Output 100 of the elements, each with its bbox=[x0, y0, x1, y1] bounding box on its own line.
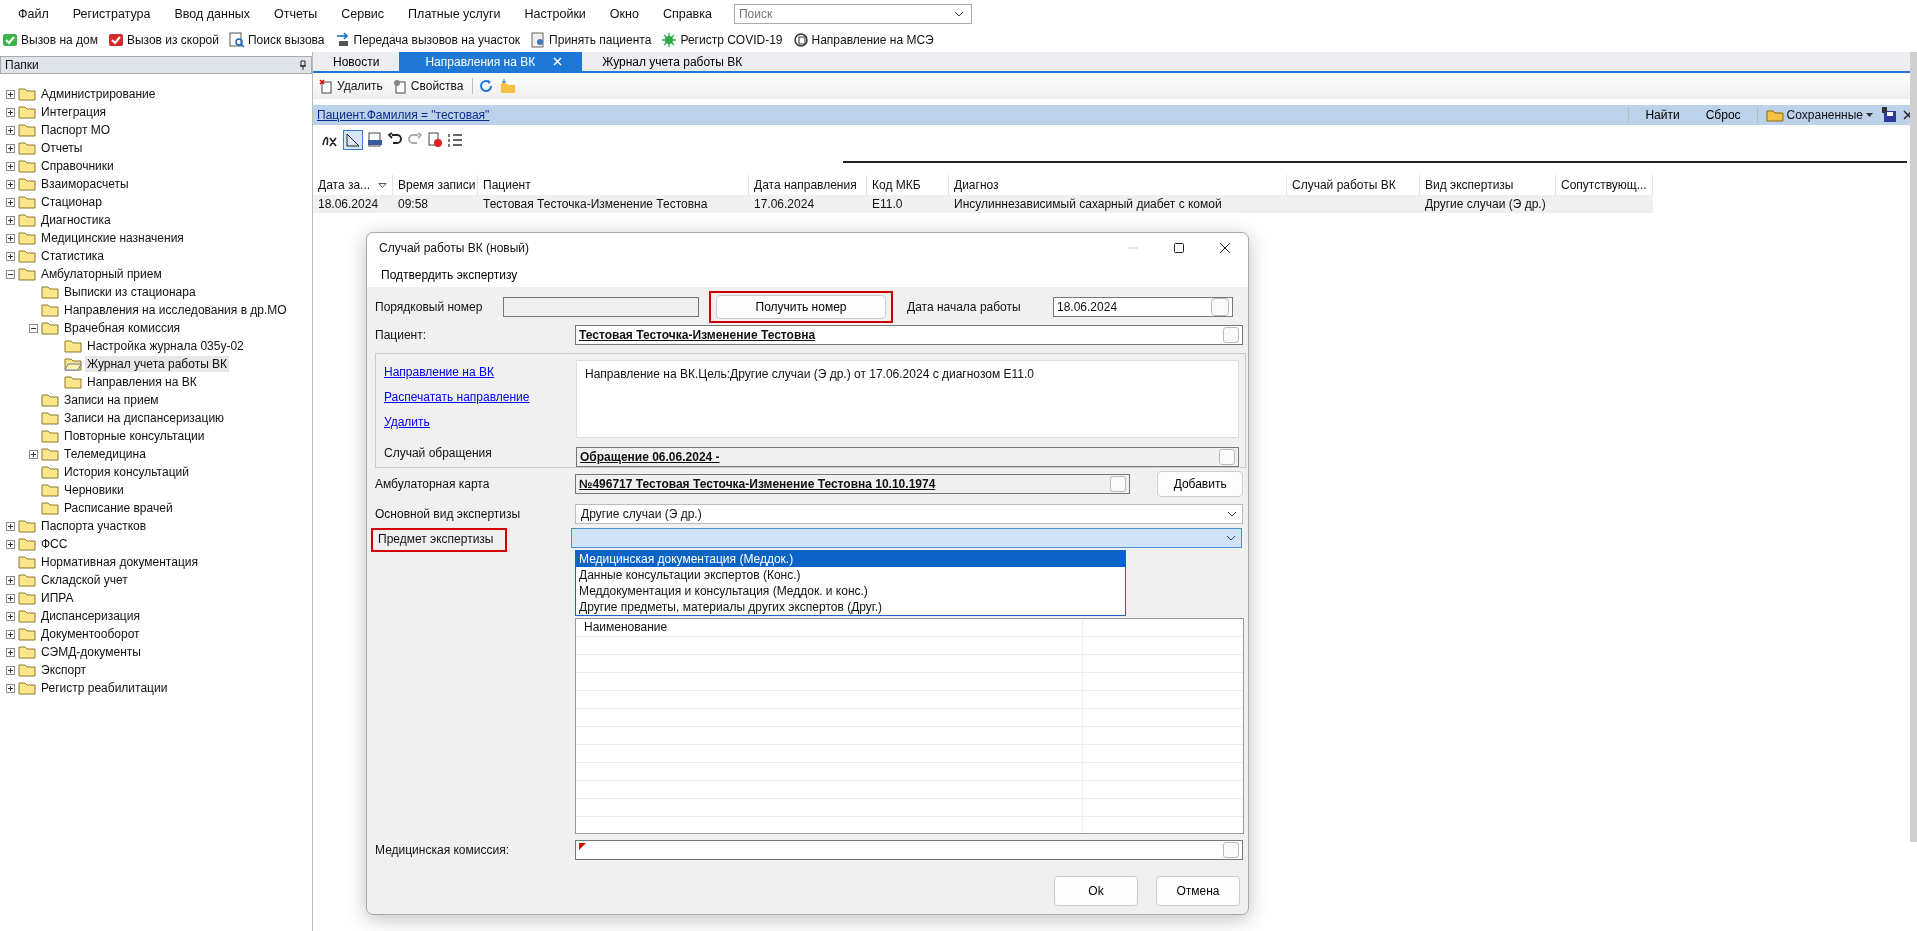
toolbar-button[interactable]: Поиск вызова bbox=[227, 32, 327, 48]
toolbar-button[interactable]: Передача вызовов на участок bbox=[332, 32, 523, 48]
menu-item[interactable]: Справка bbox=[650, 0, 724, 28]
tree-item[interactable]: Врачебная комиссия bbox=[62, 320, 183, 336]
refresh-icon[interactable] bbox=[478, 78, 494, 94]
tree-item[interactable]: Отчеты bbox=[39, 140, 85, 156]
tree-item[interactable]: Направления на ВК bbox=[85, 374, 199, 390]
tree-item[interactable]: Записи на диспансеризацию bbox=[62, 410, 227, 426]
case-field[interactable]: Обращение 06.06.2024 - bbox=[576, 447, 1239, 467]
expand-icon[interactable] bbox=[6, 665, 15, 675]
xml-icon[interactable] bbox=[367, 132, 383, 148]
tree-item[interactable]: Администрирование bbox=[39, 86, 158, 102]
menu-item[interactable]: Подтвердить экспертизу bbox=[381, 268, 518, 282]
menu-item[interactable]: Файл bbox=[6, 0, 61, 28]
tree-item[interactable]: Статистика bbox=[39, 248, 107, 264]
toolbar-button[interactable]: Вызов из скорой bbox=[105, 32, 221, 48]
link[interactable]: Распечатать направление bbox=[384, 390, 530, 404]
tree-item[interactable]: Диспансеризация bbox=[39, 608, 142, 624]
toolbar-button[interactable]: Регистр COVID-19 bbox=[659, 32, 785, 48]
link[interactable]: Удалить bbox=[384, 415, 430, 429]
toolbar-button[interactable]: Свойства bbox=[390, 78, 466, 94]
close-icon[interactable] bbox=[1220, 243, 1230, 253]
tree-item[interactable]: Черновики bbox=[62, 482, 126, 498]
list-icon[interactable] bbox=[447, 132, 463, 148]
ruler-icon[interactable] bbox=[343, 130, 363, 150]
scrollbar[interactable] bbox=[1910, 52, 1917, 842]
tree-item[interactable]: Паспорта участков bbox=[39, 518, 149, 534]
dropdown-option[interactable]: Другие предметы, материалы других экспертов (Друг.) bbox=[576, 599, 1125, 615]
tree-item[interactable]: ФСС bbox=[39, 536, 70, 552]
expand-icon[interactable] bbox=[6, 611, 15, 621]
menu-item[interactable]: Окно bbox=[597, 0, 651, 28]
tree-item[interactable]: Записи на прием bbox=[62, 392, 161, 408]
tree-item[interactable]: СЭМД-документы bbox=[39, 644, 143, 660]
collapse-icon[interactable] bbox=[6, 269, 15, 279]
expand-icon[interactable] bbox=[6, 143, 15, 153]
tree-item[interactable]: Паспорт МО bbox=[39, 122, 113, 138]
expand-icon[interactable] bbox=[6, 683, 15, 693]
saved-filters-button[interactable]: Сохраненные bbox=[1763, 108, 1875, 122]
tree-item[interactable]: Справочники bbox=[39, 158, 116, 174]
tree-item[interactable]: Экспорт bbox=[39, 662, 89, 678]
dropdown-option[interactable]: Данные консультации экспертов (Конс.) bbox=[576, 567, 1125, 583]
date-field[interactable]: 18.06.2024 bbox=[1053, 297, 1233, 317]
tree-item[interactable]: Документооборот bbox=[39, 626, 142, 642]
clear-icon[interactable] bbox=[427, 132, 443, 148]
add-button[interactable]: Добавить bbox=[1157, 471, 1243, 497]
expand-icon[interactable] bbox=[6, 647, 15, 657]
tree-item[interactable]: Интеграция bbox=[39, 104, 109, 120]
tree-item[interactable]: Регистр реабилитации bbox=[39, 680, 170, 696]
expand-icon[interactable] bbox=[6, 107, 15, 117]
tree-item[interactable]: ИПРА bbox=[39, 590, 76, 606]
menu-item[interactable]: Настройки bbox=[512, 0, 598, 28]
tab[interactable]: Журнал учета работы ВК bbox=[582, 52, 763, 71]
commission-field[interactable] bbox=[575, 840, 1243, 860]
dropdown-option[interactable]: Медицинская документация (Меддок.) bbox=[576, 551, 1125, 567]
expand-icon[interactable] bbox=[6, 521, 15, 531]
patient-field[interactable]: Тестовая Тесточка-Изменение Тестовна bbox=[575, 325, 1243, 345]
expand-icon[interactable] bbox=[6, 125, 15, 135]
tab[interactable]: Новости bbox=[313, 52, 400, 71]
tree-item[interactable]: Диагностика bbox=[39, 212, 113, 228]
expand-icon[interactable] bbox=[6, 575, 15, 585]
tree-item[interactable]: Журнал учета работы ВК bbox=[85, 356, 230, 372]
card-field[interactable]: №496717 Тестовая Тесточка-Изменение Тестовна 10.10.1974 bbox=[575, 474, 1131, 494]
tree-item[interactable]: История консультаций bbox=[62, 464, 191, 480]
menu-item[interactable]: Отчеты bbox=[262, 0, 330, 28]
tree-item[interactable]: Нормативная документация bbox=[39, 554, 200, 570]
dropdown[interactable] bbox=[571, 528, 1242, 548]
tree-item[interactable]: Складской учет bbox=[39, 572, 130, 588]
save-icon[interactable] bbox=[1881, 107, 1897, 123]
tree-item[interactable]: Медицинские назначения bbox=[39, 230, 186, 246]
menu-item[interactable]: Сервис bbox=[329, 0, 397, 28]
toolbar-button[interactable]: Направление на МСЭ bbox=[790, 32, 936, 48]
expand-icon[interactable] bbox=[6, 197, 15, 207]
menu-item[interactable]: Платные услуги bbox=[396, 0, 513, 28]
get-number-button[interactable]: Получить номер bbox=[716, 295, 886, 319]
expand-icon[interactable] bbox=[6, 593, 15, 603]
search-field[interactable]: Поиск bbox=[733, 4, 972, 24]
dropdown[interactable]: Другие случаи (Э др.) bbox=[575, 504, 1243, 524]
dialog-button[interactable]: Ok bbox=[1054, 876, 1138, 906]
expand-icon[interactable] bbox=[6, 215, 15, 225]
dialog-button[interactable]: Отмена bbox=[1156, 876, 1240, 906]
expand-icon[interactable] bbox=[6, 539, 15, 549]
tree-item[interactable]: Направления на исследования в др.МО bbox=[62, 302, 289, 318]
expand-icon[interactable] bbox=[29, 449, 38, 459]
tab[interactable]: Направления на ВК bbox=[399, 52, 583, 71]
expand-icon[interactable] bbox=[6, 161, 15, 171]
expand-icon[interactable] bbox=[6, 629, 15, 639]
tree-item[interactable]: Настройка журнала 035у-02 bbox=[85, 338, 246, 354]
toolbar-button[interactable]: Вызов на дом bbox=[0, 32, 100, 48]
tree-item[interactable]: Телемедицина bbox=[62, 446, 148, 462]
tree-item[interactable]: Расписание врачей bbox=[62, 500, 175, 516]
expand-icon[interactable] bbox=[6, 89, 15, 99]
toolbar-button[interactable]: Удалить bbox=[317, 78, 385, 94]
link[interactable]: Направление на ВК bbox=[384, 365, 494, 379]
expand-icon[interactable] bbox=[6, 251, 15, 261]
filter-button[interactable]: Сброс bbox=[1695, 108, 1751, 122]
tree-item[interactable]: Стационар bbox=[39, 194, 104, 210]
filter-link[interactable]: Пациент.Фамилия = "тестовая" bbox=[317, 108, 490, 122]
tree-item[interactable]: Взаиморасчеты bbox=[39, 176, 131, 192]
tree-item[interactable]: Амбулаторный прием bbox=[39, 266, 164, 282]
tree-item[interactable]: Повторные консультации bbox=[62, 428, 207, 444]
